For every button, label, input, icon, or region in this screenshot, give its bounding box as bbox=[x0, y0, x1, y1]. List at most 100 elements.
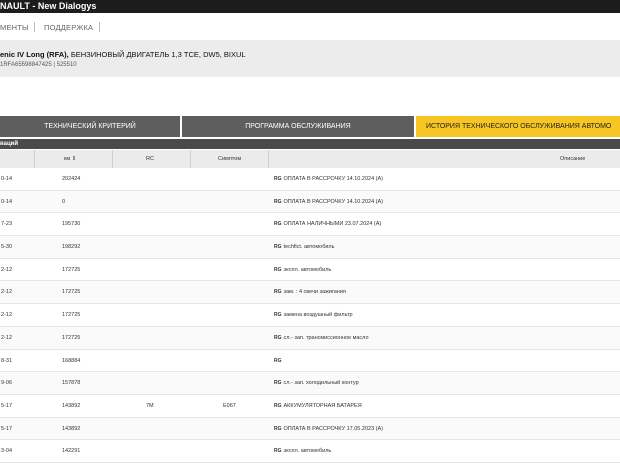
rg-badge: RG bbox=[274, 289, 282, 296]
cell-date: 0-14 bbox=[1, 176, 13, 182]
cell-km: 202424 bbox=[62, 176, 81, 182]
rg-badge: RG bbox=[274, 425, 282, 432]
header-description[interactable]: Описание bbox=[560, 150, 585, 168]
description-text: АККУМУЛЯТОРНАЯ БАТАРЕЯ bbox=[283, 402, 362, 409]
description-text: зам. : 4 свечи зажигания bbox=[283, 289, 346, 296]
tab-bar: ТЕХНИЧЕСКИЙ КРИТЕРИЙ ПРОГРАММА ОБСЛУЖИВА… bbox=[0, 116, 620, 137]
description-text: ОПЛАТА В РАССРОЧКУ 14.10.2024 (A) bbox=[283, 176, 384, 182]
menu-item-documents[interactable]: МЕНТЫ bbox=[0, 23, 29, 32]
cell-km: 198292 bbox=[62, 244, 81, 251]
table-row[interactable]: 2-12 172725 RG замена воздушный фильтр bbox=[0, 304, 620, 327]
cell-description: RG bbox=[274, 350, 284, 372]
cell-description: RG сл.- зап. трансмиссионное масло bbox=[274, 327, 369, 349]
cell-date: 9-06 bbox=[1, 380, 13, 387]
cell-description: RG АККУМУЛЯТОРНАЯ БАТАРЕЯ bbox=[274, 395, 362, 417]
description-text: techfict. автомобиль bbox=[283, 244, 335, 251]
description-text: ОПЛАТА В РАССРОЧКУ 17.05.2023 (A) bbox=[283, 425, 384, 432]
table-row[interactable]: 7-23 195730 RG ОПЛАТА НАЛИЧНЫМИ 23.07.2024 … bbox=[0, 213, 620, 237]
cell-date: 2-12 bbox=[1, 334, 13, 341]
table-row[interactable]: 9-06 157878 RG сл.- зап. холодильный контур bbox=[0, 372, 620, 395]
table-row[interactable]: 5-30 198292 RG techfict. автомобиль bbox=[0, 236, 620, 259]
menu-divider bbox=[99, 22, 100, 32]
cell-description: RG ОПЛАТА В РАССРОЧКУ 17.05.2023 (A) bbox=[274, 418, 383, 440]
cell-description: RG techfict. автомобиль bbox=[274, 236, 335, 258]
table-row[interactable]: 0-14 0 RG ОПЛАТА В РАССРОЧКУ 14.10.2024 (A) bbox=[0, 190, 620, 214]
history-table-body: 0-14 202424 RG ОПЛАТА В РАССРОЧКУ 14.10.202… bbox=[0, 168, 620, 463]
menu-item-support[interactable]: ПОДДЕРЖКА bbox=[44, 23, 93, 32]
column-divider bbox=[112, 150, 113, 168]
vehicle-info: enic IV Long (RFA), БЕНЗИНОВЫЙ ДВИГАТЕЛЬ… bbox=[0, 40, 620, 77]
cell-description: RG ОПЛАТА В РАССРОЧКУ 14.10.2024 (A) bbox=[274, 168, 383, 190]
description-text: сл.- зап. трансмиссионное масло bbox=[283, 334, 369, 341]
column-divider bbox=[190, 150, 191, 168]
table-row[interactable]: 8-31 168884 RG bbox=[0, 350, 620, 373]
section-title: ваций bbox=[0, 141, 19, 147]
app-title: NAULT - New Dialogys bbox=[0, 1, 97, 11]
cell-description: RG сл.- зап. холодильный контур bbox=[274, 372, 359, 394]
rg-badge: RG bbox=[274, 176, 282, 182]
cell-description: RG ОПЛАТА В РАССРОЧКУ 14.10.2024 (A) bbox=[274, 191, 383, 213]
table-row[interactable]: 5-17 143892 RG ОПЛАТА В РАССРОЧКУ 17.05.202… bbox=[0, 417, 620, 441]
rg-badge: RG bbox=[274, 221, 282, 228]
cell-date: 2-12 bbox=[1, 289, 13, 296]
tab-service-program[interactable]: ПРОГРАММА ОБСЛУЖИВАНИЯ bbox=[182, 116, 414, 137]
header-rc[interactable]: RC bbox=[146, 150, 154, 168]
column-divider bbox=[268, 150, 269, 168]
cell-km: 143892 bbox=[62, 425, 81, 432]
section-header: ваций bbox=[0, 139, 620, 149]
cell-km: 168884 bbox=[62, 357, 81, 364]
cell-km: 172725 bbox=[62, 334, 81, 341]
description-text: замена воздушный фильтр bbox=[283, 312, 353, 319]
cell-km: 143892 bbox=[62, 402, 81, 409]
header-symptom[interactable]: Симптом bbox=[218, 150, 241, 168]
table-row[interactable]: 2-12 172725 RG сл.- зап. трансмиссионное ма… bbox=[0, 326, 620, 350]
rg-badge: RG bbox=[274, 334, 282, 341]
rg-badge: RG bbox=[274, 402, 282, 409]
cell-date: 3-04 bbox=[1, 448, 13, 455]
cell-date: 2-12 bbox=[1, 266, 13, 273]
cell-date: 5-17 bbox=[1, 402, 13, 409]
cell-date: 0-14 bbox=[1, 198, 13, 205]
description-text: ОПЛАТА НАЛИЧНЫМИ 23.07.2024 (A) bbox=[283, 221, 382, 228]
rg-badge: RG bbox=[274, 448, 282, 455]
menu-divider bbox=[34, 22, 35, 32]
description-text: экспл. автомобиль bbox=[283, 266, 332, 273]
cell-date: 8-31 bbox=[1, 357, 13, 364]
cell-description: RG замена воздушный фильтр bbox=[274, 304, 353, 326]
cell-date: 7-23 bbox=[1, 221, 13, 228]
cell-km: 0 bbox=[62, 198, 66, 205]
cell-rc: 7M bbox=[146, 402, 154, 409]
vehicle-title: enic IV Long (RFA), БЕНЗИНОВЫЙ ДВИГАТЕЛЬ… bbox=[0, 50, 246, 59]
cell-km: 195730 bbox=[62, 221, 81, 228]
cell-km: 157878 bbox=[62, 380, 81, 387]
tab-service-history[interactable]: ИСТОРИЯ ТЕХНИЧЕСКОГО ОБСЛУЖИВАНИЯ АВТОМО bbox=[416, 116, 620, 137]
vehicle-engine: БЕНЗИНОВЫЙ ДВИГАТЕЛЬ 1,3 TCE, DW5, BIXUL bbox=[68, 50, 246, 59]
table-row[interactable]: 0-14 202424 RG ОПЛАТА В РАССРОЧКУ 14.10.202… bbox=[0, 168, 620, 191]
header-km[interactable]: км ⇕ bbox=[64, 150, 76, 168]
rg-badge: RG bbox=[274, 244, 282, 251]
cell-date: 5-17 bbox=[1, 425, 13, 432]
vehicle-vin: 1RFA65598847425 | 525510 bbox=[0, 62, 77, 68]
rg-badge: RG bbox=[274, 198, 282, 205]
table-row[interactable]: 2-12 172725 RG экспл. автомобиль bbox=[0, 259, 620, 282]
rg-badge: RG bbox=[274, 380, 282, 387]
cell-description: RG экспл. автомобиль bbox=[274, 259, 331, 281]
rg-badge: RG bbox=[274, 312, 282, 319]
table-header: км ⇕ RC Симптом Описание bbox=[0, 150, 620, 168]
cell-symptom: E067 bbox=[223, 402, 236, 409]
cell-km: 142291 bbox=[62, 448, 81, 455]
cell-description: RG экспл. автомобиль bbox=[274, 440, 331, 462]
cell-description: RG ОПЛАТА НАЛИЧНЫМИ 23.07.2024 (A) bbox=[274, 213, 381, 235]
table-row[interactable]: 2-12 172725 RG зам. : 4 свечи зажигания bbox=[0, 281, 620, 305]
description-text: сл.- зап. холодильный контур bbox=[283, 380, 359, 387]
rg-badge: RG bbox=[274, 357, 282, 364]
table-row[interactable]: 5-17 143892 7M E067 RG АККУМУЛЯТОРНАЯ БАТАРЕЯ bbox=[0, 395, 620, 418]
tab-technical-criteria[interactable]: ТЕХНИЧЕСКИЙ КРИТЕРИЙ bbox=[0, 116, 180, 137]
cell-km: 172725 bbox=[62, 266, 81, 273]
vehicle-model: enic IV Long (RFA), bbox=[0, 50, 69, 59]
rg-badge: RG bbox=[274, 266, 282, 273]
cell-km: 172725 bbox=[62, 312, 81, 319]
description-text: экспл. автомобиль bbox=[283, 448, 332, 455]
cell-km: 172725 bbox=[62, 289, 81, 296]
column-divider bbox=[34, 150, 35, 168]
